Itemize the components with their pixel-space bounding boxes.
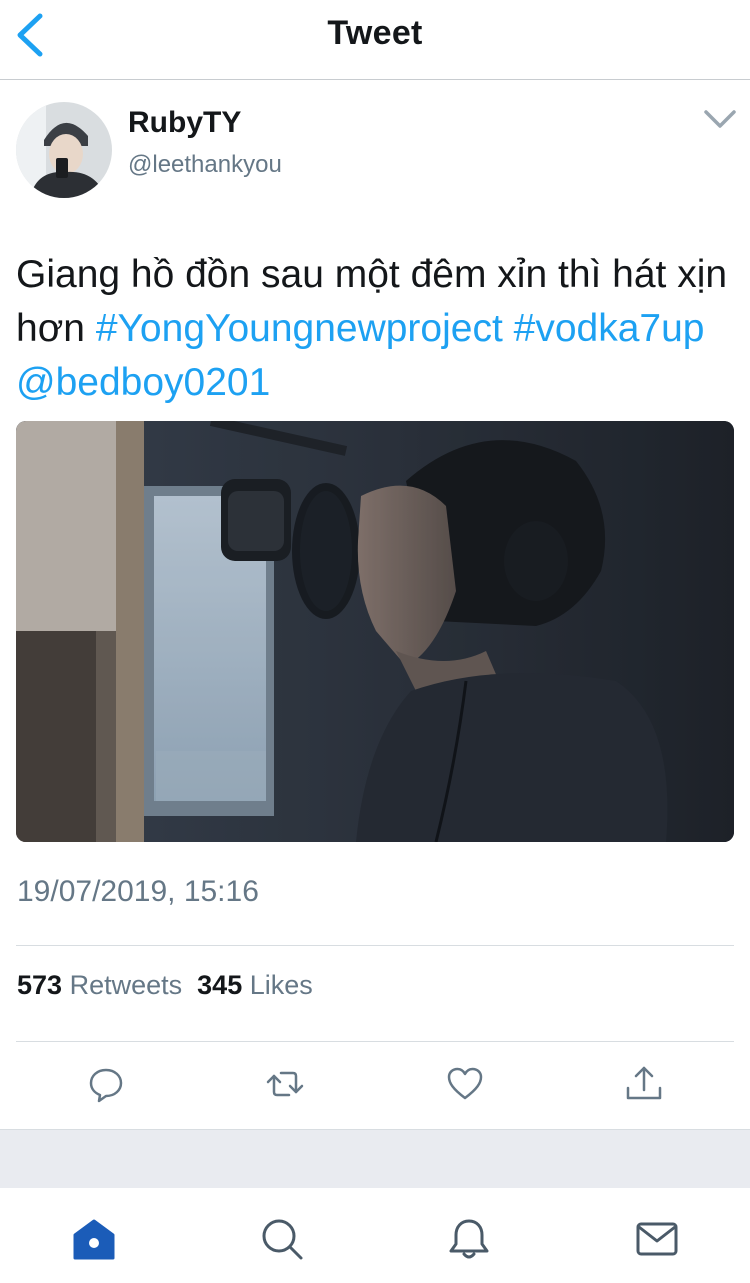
reply-icon: [89, 1068, 123, 1103]
likes-label: Likes: [249, 970, 313, 1000]
bottom-tab-bar: [0, 1188, 750, 1283]
tweet-media-image[interactable]: [16, 421, 734, 842]
likes-count: 345: [197, 970, 243, 1000]
share-button[interactable]: [624, 1064, 664, 1104]
home-icon: [73, 1219, 115, 1260]
author-handle[interactable]: @leethankyou: [128, 151, 282, 179]
more-options-button[interactable]: [700, 104, 740, 134]
chevron-down-icon: [704, 110, 736, 128]
hashtag-link[interactable]: #vodka7up: [514, 307, 705, 350]
tweet-header: RubyTY @leethankyou: [0, 80, 750, 210]
avatar[interactable]: [16, 102, 112, 198]
search-icon: [262, 1219, 303, 1260]
reply-area-separator: [0, 1129, 750, 1189]
retweet-button[interactable]: [265, 1064, 305, 1104]
author-display-name[interactable]: RubyTY: [128, 106, 241, 140]
notifications-icon: [449, 1219, 489, 1259]
retweets-label: Retweets: [69, 970, 183, 1000]
tweet-timestamp: 19/07/2019, 15:16: [17, 875, 259, 908]
top-nav-bar: Tweet: [0, 0, 750, 80]
tab-messages[interactable]: [634, 1216, 680, 1262]
page-title: Tweet: [327, 14, 423, 52]
mention-link[interactable]: @bedboy0201: [16, 361, 270, 404]
retweet-icon: [266, 1071, 304, 1097]
retweets-stat[interactable]: 573 Retweets: [17, 970, 182, 1000]
tweet-text: Giang hồ đồn sau một đêm xỉn thì hát xịn…: [16, 248, 736, 410]
share-icon: [626, 1066, 662, 1100]
messages-icon: [636, 1222, 678, 1256]
hashtag-link[interactable]: #YongYoungnewproject: [96, 307, 503, 350]
tweet-stats: 573 Retweets 345 Likes: [17, 970, 313, 1001]
tab-notifications[interactable]: [446, 1216, 492, 1262]
divider: [16, 945, 734, 946]
tab-home[interactable]: [71, 1216, 117, 1262]
tab-search[interactable]: [259, 1216, 305, 1262]
like-button[interactable]: [445, 1064, 485, 1104]
reply-button[interactable]: [86, 1064, 126, 1104]
retweets-count: 573: [17, 970, 63, 1000]
likes-stat[interactable]: 345 Likes: [197, 970, 313, 1000]
tweet-actions: [0, 1042, 750, 1128]
like-icon: [447, 1067, 483, 1100]
